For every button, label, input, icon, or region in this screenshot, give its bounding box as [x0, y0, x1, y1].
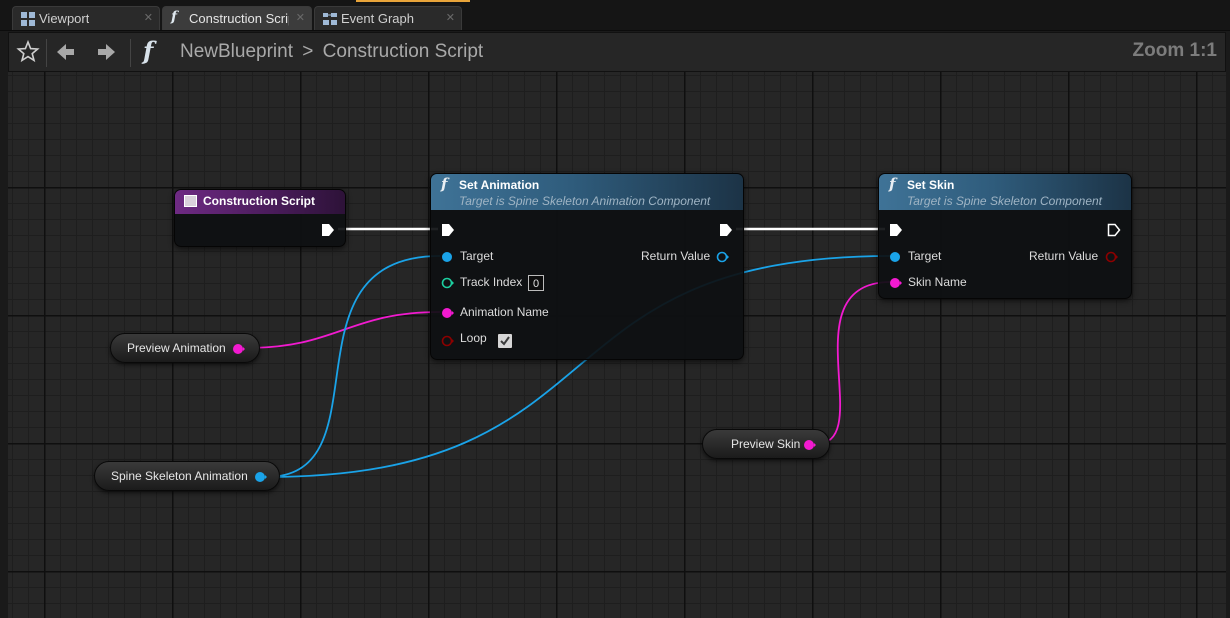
- node-subtitle: Target is Spine Skeleton Component: [907, 194, 1103, 208]
- preview-skin-variable[interactable]: Preview Skin: [702, 429, 830, 459]
- graph-canvas[interactable]: Construction Script f Set Animation Targ…: [8, 72, 1226, 618]
- target-pin[interactable]: [441, 251, 453, 263]
- skin-name-pin[interactable]: [889, 277, 902, 289]
- event-icon: [184, 195, 197, 207]
- breadcrumb-current: Construction Script: [322, 41, 484, 62]
- return-value-pin[interactable]: [716, 251, 729, 263]
- function-icon: f: [171, 9, 178, 25]
- checkmark-icon: [500, 336, 510, 346]
- function-icon: f: [441, 175, 448, 193]
- back-arrow-icon[interactable]: [51, 37, 81, 67]
- return-value-label: Return Value: [1029, 249, 1099, 263]
- graph-toolbar: f NewBlueprint > Construction Script Zoo…: [8, 32, 1226, 72]
- exec-in-pin[interactable]: [441, 223, 455, 237]
- function-icon: f: [143, 36, 154, 65]
- preview-animation-variable[interactable]: Preview Animation: [110, 333, 260, 363]
- node-header: Construction Script: [175, 190, 345, 214]
- return-value-label: Return Value: [641, 249, 711, 263]
- variable-label: Spine Skeleton Animation: [111, 469, 248, 483]
- animation-name-wire: [245, 311, 441, 349]
- active-tab-accent: [356, 0, 470, 2]
- track-index-label: Track Index: [460, 275, 523, 289]
- target-label: Target: [908, 249, 942, 263]
- exec-out-pin[interactable]: [1107, 223, 1121, 237]
- breadcrumb-separator: >: [302, 41, 314, 62]
- tab-label: Viewport: [39, 11, 90, 26]
- track-index-pin[interactable]: [441, 277, 454, 289]
- toolbar-divider: [130, 39, 131, 67]
- loop-label: Loop: [460, 331, 487, 345]
- document-tab-bar: Viewport ✕ f Construction Scrip ✕ Event …: [0, 0, 1230, 31]
- node-header: f Set Skin Target is Spine Skeleton Comp…: [879, 174, 1131, 210]
- variable-out-pin[interactable]: [232, 343, 245, 355]
- tab-label: Event Graph: [341, 11, 414, 26]
- exec-in-pin[interactable]: [889, 223, 903, 237]
- return-value-pin[interactable]: [1105, 251, 1118, 263]
- tab-event-graph[interactable]: Event Graph ✕: [314, 6, 462, 30]
- tab-label: Construction Scrip: [189, 11, 289, 26]
- node-title: Set Animation: [459, 178, 540, 192]
- tab-viewport[interactable]: Viewport ✕: [12, 6, 160, 30]
- zoom-level-label: Zoom 1:1: [1132, 40, 1217, 61]
- variable-out-pin[interactable]: [803, 439, 816, 451]
- toolbar-divider: [46, 39, 47, 67]
- breadcrumb: NewBlueprint > Construction Script: [180, 41, 483, 63]
- skin-name-wire: [815, 281, 892, 445]
- node-subtitle: Target is Spine Skeleton Animation Compo…: [459, 194, 711, 208]
- variable-label: Preview Skin: [731, 437, 801, 451]
- close-icon[interactable]: ✕: [446, 11, 455, 24]
- tab-construction-script[interactable]: f Construction Scrip ✕: [162, 6, 312, 30]
- exec-out-pin[interactable]: [321, 223, 335, 237]
- variable-label: Preview Animation: [127, 341, 226, 355]
- animation-name-label: Animation Name: [460, 305, 549, 319]
- star-icon[interactable]: [13, 37, 43, 67]
- event-graph-icon: [323, 13, 337, 25]
- set-animation-node[interactable]: f Set Animation Target is Spine Skeleton…: [430, 173, 744, 360]
- function-icon: f: [889, 175, 896, 193]
- node-title: Set Skin: [907, 178, 955, 192]
- target-wire: [265, 255, 441, 478]
- target-label: Target: [460, 249, 494, 263]
- target-pin[interactable]: [889, 251, 901, 263]
- exec-out-pin[interactable]: [719, 223, 733, 237]
- forward-arrow-icon[interactable]: [91, 37, 121, 67]
- loop-checkbox[interactable]: [497, 333, 513, 349]
- set-skin-node[interactable]: f Set Skin Target is Spine Skeleton Comp…: [878, 173, 1132, 299]
- track-index-input[interactable]: 0: [528, 275, 544, 291]
- variable-out-pin[interactable]: [254, 471, 267, 483]
- close-icon[interactable]: ✕: [296, 11, 305, 24]
- breadcrumb-root[interactable]: NewBlueprint: [180, 41, 293, 62]
- node-header: f Set Animation Target is Spine Skeleton…: [431, 174, 743, 210]
- construction-script-node[interactable]: Construction Script: [174, 189, 346, 247]
- viewport-icon: [21, 12, 35, 26]
- loop-pin[interactable]: [441, 335, 454, 347]
- node-title: Construction Script: [203, 194, 316, 208]
- close-icon[interactable]: ✕: [144, 11, 153, 24]
- spine-skeleton-animation-variable[interactable]: Spine Skeleton Animation: [94, 461, 280, 491]
- skin-name-label: Skin Name: [908, 275, 967, 289]
- animation-name-pin[interactable]: [441, 307, 454, 319]
